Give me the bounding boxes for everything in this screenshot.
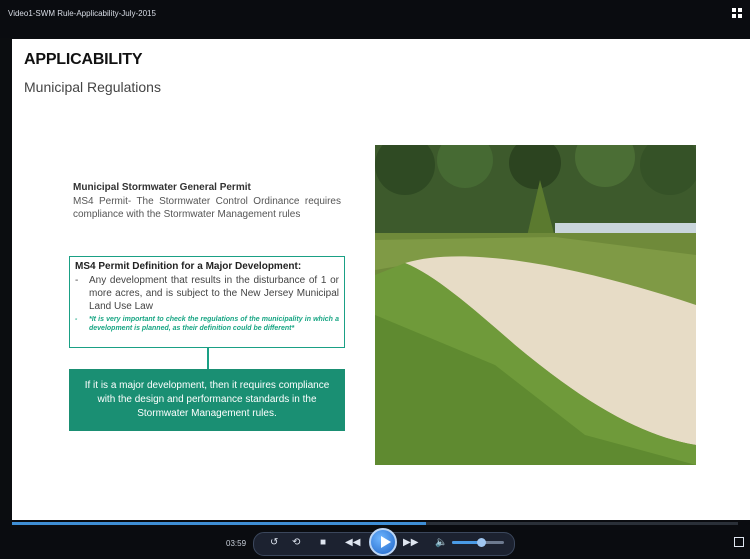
definition-note-text: *It is very important to check the regul… (89, 316, 339, 332)
rewind-loop-icon[interactable]: ↺ (270, 538, 278, 548)
definition-item-text: Any development that results in the dist… (89, 275, 339, 312)
replay-icon[interactable]: ⟲ (292, 538, 300, 548)
basin-photo-image (375, 145, 696, 465)
permit-block: Municipal Stormwater General Permit MS4 … (73, 181, 341, 221)
progress-bar[interactable] (12, 522, 738, 525)
progress-fill (12, 522, 426, 525)
callout-box: If it is a major development, then it re… (69, 369, 345, 431)
callout-connector (207, 348, 209, 369)
definition-box: MS4 Permit Definition for a Major Develo… (69, 256, 345, 348)
definition-item: - Any development that results in the di… (75, 274, 339, 313)
fast-forward-icon[interactable]: ▶▶ (403, 538, 418, 548)
bullet-dash: - (75, 316, 78, 323)
play-button[interactable] (369, 528, 397, 556)
slide-title: APPLICABILITY (24, 51, 143, 68)
definition-note: - *It is very important to check the reg… (75, 315, 339, 333)
fullscreen-icon[interactable] (734, 537, 744, 547)
window-title: Video1-SWM Rule-Applicability-July-2015 (8, 9, 156, 18)
definition-heading: MS4 Permit Definition for a Major Develo… (75, 261, 302, 272)
slide: APPLICABILITY Municipal Regulations Muni… (12, 39, 750, 520)
permit-heading: Municipal Stormwater General Permit (73, 182, 251, 193)
volume-icon[interactable]: 🔈 (435, 538, 447, 548)
rewind-icon[interactable]: ◀◀ (345, 538, 360, 548)
stop-icon[interactable]: ■ (320, 538, 326, 548)
volume-slider[interactable] (452, 538, 504, 547)
grid-icon[interactable] (732, 8, 742, 18)
time-display: 03:59 (226, 539, 247, 548)
bullet-dash: - (75, 275, 79, 286)
title-bar: Video1-SWM Rule-Applicability-July-2015 (0, 0, 750, 38)
permit-text: MS4 Permit- The Stormwater Control Ordin… (73, 196, 341, 220)
slide-subtitle: Municipal Regulations (24, 79, 161, 95)
volume-knob[interactable] (477, 538, 486, 547)
basin-photo (375, 145, 696, 465)
